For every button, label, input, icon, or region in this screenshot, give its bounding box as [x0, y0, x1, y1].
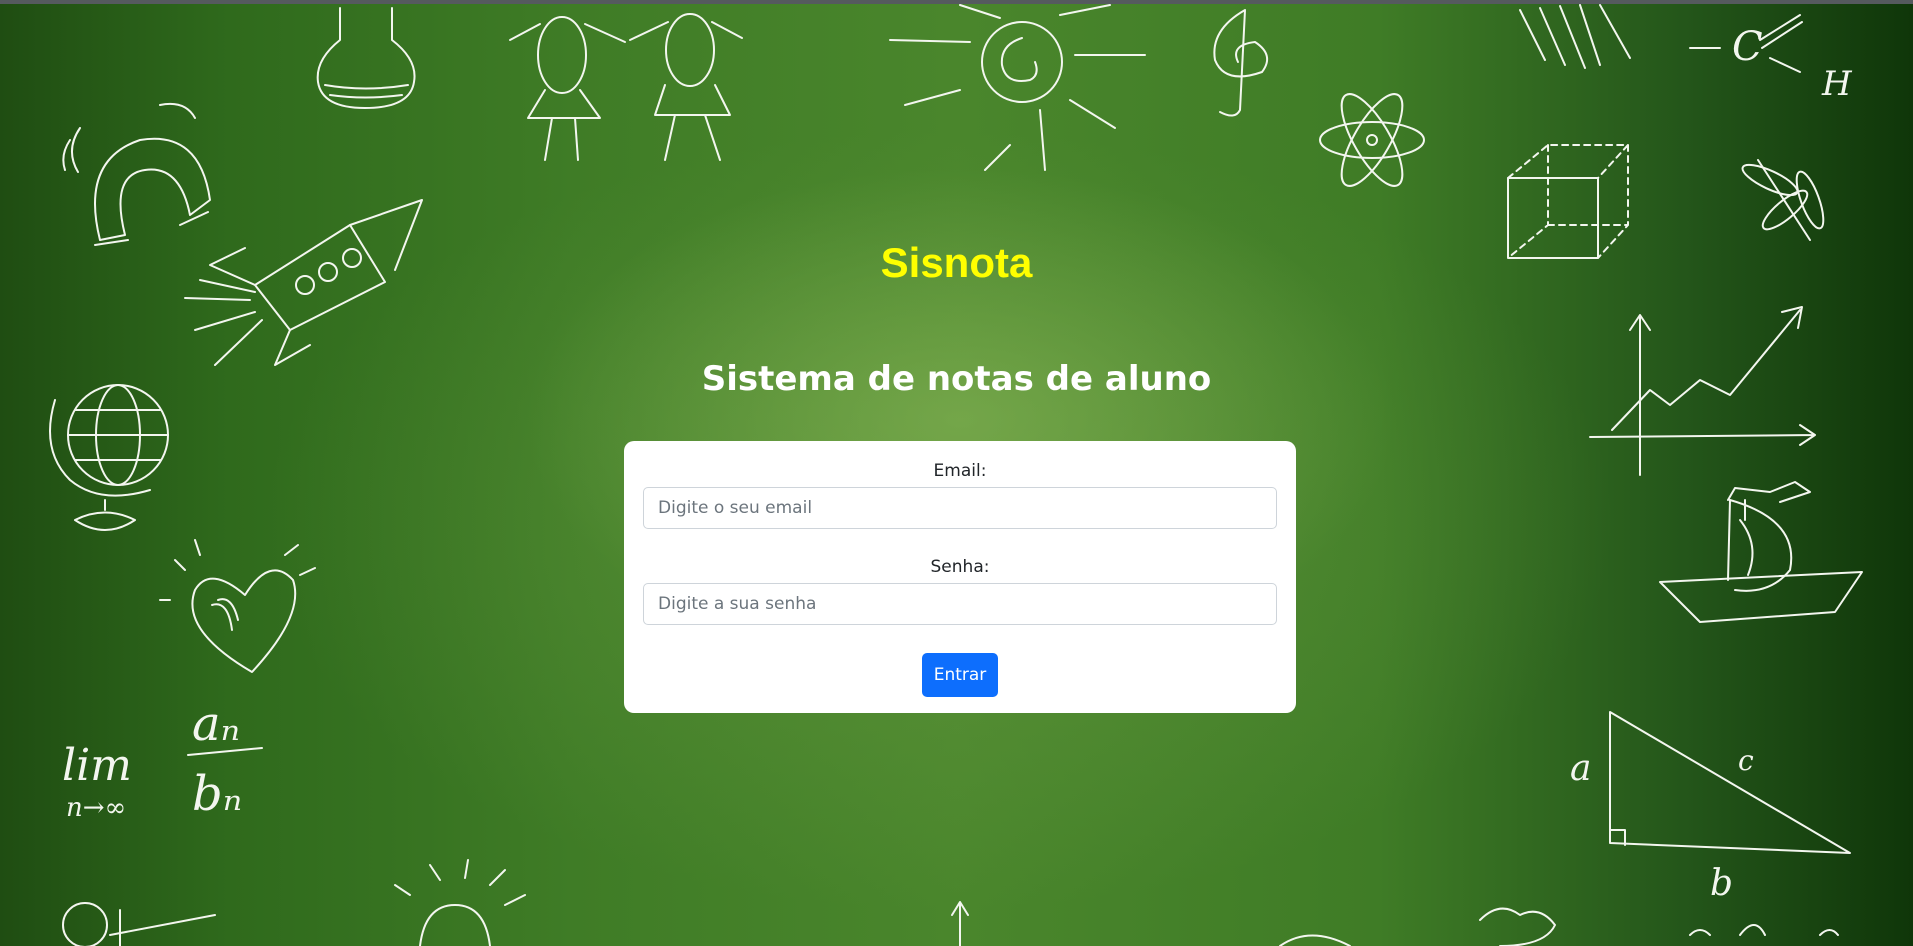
svg-text:C: C [1732, 24, 1763, 70]
magnet-doodle [62, 102, 211, 246]
bottom-doodles [62, 859, 1839, 946]
limit-doodle: lim n→∞ aₙ bₙ [62, 696, 263, 823]
svg-text:a: a [1570, 748, 1591, 789]
dragonfly-doodle [1741, 159, 1825, 241]
heart-doodle [159, 539, 316, 673]
email-field[interactable] [643, 487, 1277, 529]
password-field[interactable] [643, 583, 1277, 625]
flask-doodle [316, 7, 416, 109]
svg-text:b: b [1710, 863, 1733, 904]
app-title: Sisnota [880, 239, 1033, 286]
svg-text:bₙ: bₙ [192, 766, 242, 822]
svg-text:n→∞: n→∞ [66, 793, 126, 823]
svg-text:c: c [1738, 744, 1754, 777]
hatch-doodle [1519, 4, 1631, 69]
globe-doodle [49, 384, 169, 531]
svg-text:lim: lim [62, 740, 132, 791]
sun-doodle [889, 4, 1146, 171]
atom-doodle [1319, 93, 1425, 187]
treble-clef-doodle [1213, 9, 1269, 117]
page: C H lim n→∞ aₙ bₙ a c b Sisnota Sistema … [0, 0, 1913, 946]
ship-doodle [1659, 481, 1863, 623]
login-button[interactable]: Entrar [922, 653, 998, 697]
children-doodle [509, 13, 743, 161]
svg-text:H: H [1821, 64, 1853, 104]
password-label: Senha: [930, 557, 990, 577]
email-label: Email: [933, 461, 987, 481]
login-card: Email: Senha: Entrar [624, 441, 1296, 713]
chemistry-doodle: C H [1689, 14, 1853, 104]
svg-text:aₙ: aₙ [192, 696, 240, 752]
app-subtitle: Sistema de notas de aluno [701, 359, 1212, 399]
triangle-doodle: a c b [1570, 711, 1851, 904]
